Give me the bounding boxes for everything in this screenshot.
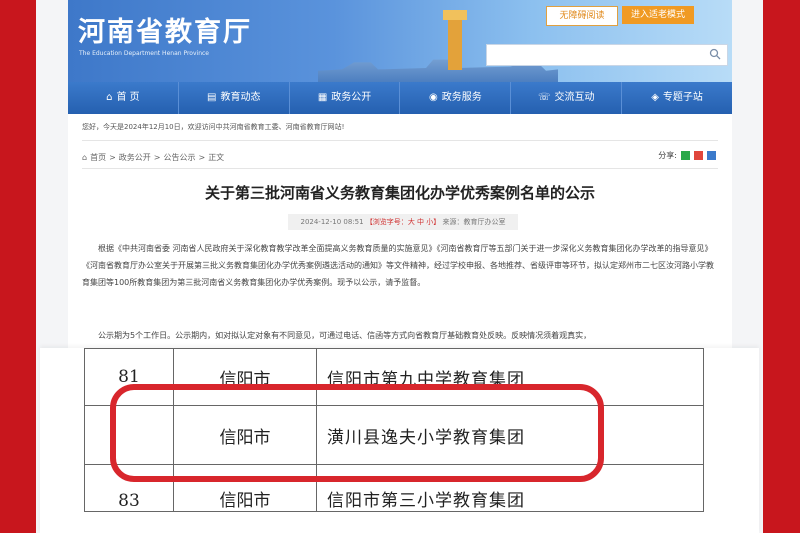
nav-label: 交流互动 <box>554 92 595 103</box>
article-body: 根据《中共河南省委 河南省人民政府关于深化教育教学改革全面提高义务教育质量的实施… <box>82 240 718 291</box>
webpage-screenshot: 河南省教育厅 The Education Department Henan Pr… <box>68 0 732 348</box>
breadcrumb-notice[interactable]: 公告公示 <box>163 152 195 163</box>
red-frame-right <box>763 0 800 533</box>
font-size-options[interactable]: 大 中 小】 <box>408 218 440 226</box>
elder-mode-button[interactable]: 进入适老模式 <box>622 6 694 24</box>
nav-label: 专题子站 <box>662 92 703 103</box>
divider <box>82 140 718 141</box>
nav-item-interaction[interactable]: ☏ 交流互动 <box>511 82 623 114</box>
qzone-share-icon[interactable] <box>707 151 716 160</box>
divider <box>82 168 718 169</box>
notice-paragraph: 公示期为5个工作日。公示期内，如对拟认定对象有不同意见，可通过电话、信函等方式向… <box>98 331 592 340</box>
search-icon[interactable] <box>709 48 721 60</box>
red-frame-left <box>0 0 36 533</box>
interaction-icon: ☏ <box>537 92 551 103</box>
main-nav: ⌂ 首 页 ▤ 教育动态 ▦ 政务公开 ◉ 政务服务 ☏ 交流互动 ◈ 专题子站 <box>68 82 732 114</box>
home-icon: ⌂ <box>82 153 88 162</box>
news-icon: ▤ <box>207 92 217 103</box>
accessibility-button[interactable]: 无障碍阅读 <box>546 6 618 26</box>
nav-item-topic[interactable]: ◈ 专题子站 <box>622 82 732 114</box>
breadcrumb: ⌂ 首页 > 政务公开 > 公告公示 > 正文 <box>82 152 224 163</box>
nav-label: 政务服务 <box>441 92 482 103</box>
breadcrumb-current: 正文 <box>208 153 225 162</box>
greeting-text: 您好，今天是2024年12月10日，欢迎访问中共河南省教育工委、河南省教育厅网站… <box>82 123 345 131</box>
search-input[interactable] <box>486 44 728 66</box>
share-bar: 分享: <box>658 150 716 161</box>
article-title: 关于第三批河南省义务教育集团化办学优秀案例名单的公示 <box>204 184 595 202</box>
nav-item-news[interactable]: ▤ 教育动态 <box>179 82 290 114</box>
article-source: 来源：教育厅办公室 <box>442 218 506 226</box>
article-date: 2024-12-10 08:51 <box>300 218 364 226</box>
service-icon: ◉ <box>429 92 438 103</box>
nav-label: 教育动态 <box>220 92 261 103</box>
article-meta: 2024-12-10 08:51 【浏览字号：大 中 小】 来源：教育厅办公室 <box>288 214 518 230</box>
wechat-share-icon[interactable] <box>681 151 690 160</box>
gov-open-icon: ▦ <box>317 92 328 103</box>
topic-icon: ◈ <box>651 92 659 103</box>
share-label: 分享: <box>658 151 677 160</box>
site-title[interactable]: 河南省教育厅 <box>78 10 252 49</box>
nav-item-gov-open[interactable]: ▦ 政务公开 <box>290 82 401 114</box>
breadcrumb-home[interactable]: 首页 <box>90 152 106 163</box>
breadcrumb-sep: > <box>198 153 206 162</box>
article-paragraph: 根据《中共河南省委 河南省人民政府关于深化教育教学改革全面提高义务教育质量的实施… <box>82 244 714 287</box>
tower-graphic <box>443 10 467 70</box>
home-icon: ⌂ <box>106 92 113 103</box>
site-banner: 河南省教育厅 The Education Department Henan Pr… <box>68 0 732 82</box>
nav-item-service[interactable]: ◉ 政务服务 <box>400 82 512 114</box>
nav-label: 政务公开 <box>331 92 372 103</box>
nav-label: 首 页 <box>116 92 140 103</box>
breadcrumb-sep: > <box>153 153 161 162</box>
font-size-label: 【浏览字号： <box>365 218 408 226</box>
breadcrumb-sep: > <box>109 153 116 162</box>
nav-item-home[interactable]: ⌂ 首 页 <box>68 82 179 114</box>
highlight-circle <box>110 384 604 482</box>
site-subtitle: The Education Department Henan Province <box>79 50 209 57</box>
weibo-share-icon[interactable] <box>694 151 703 160</box>
breadcrumb-gov-open[interactable]: 政务公开 <box>119 152 151 163</box>
